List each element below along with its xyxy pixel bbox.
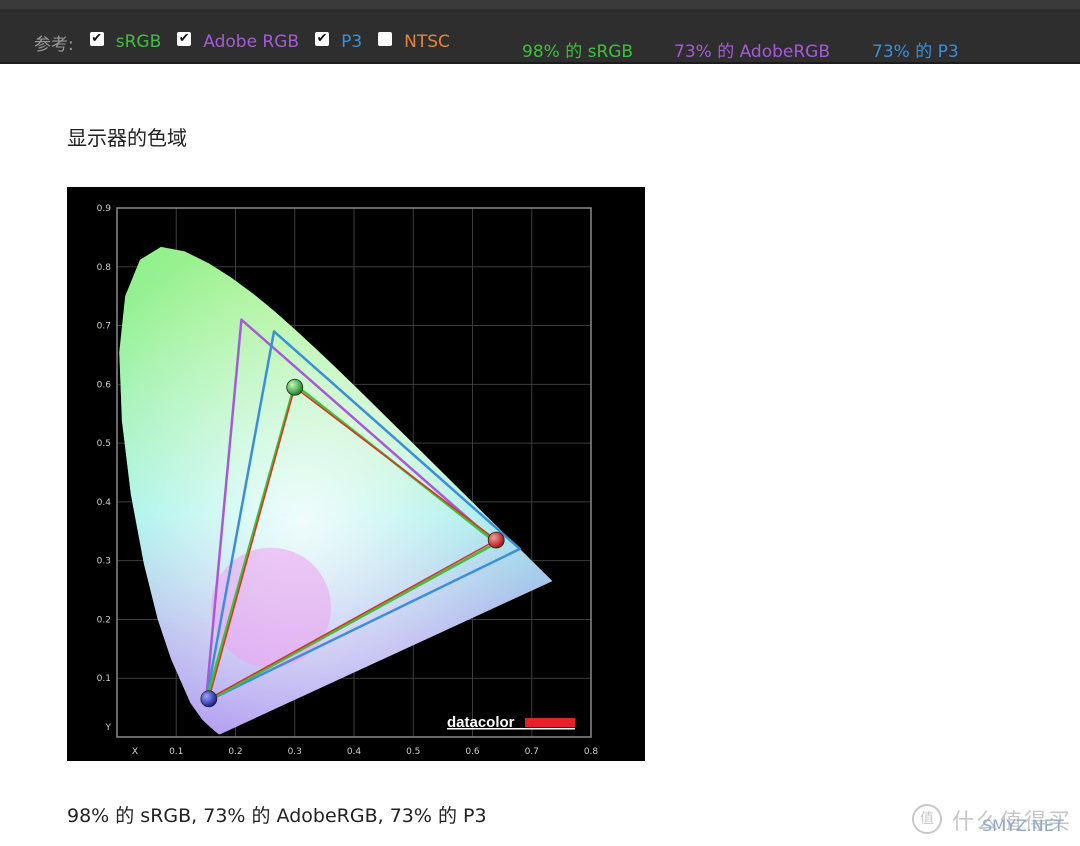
p3-checkbox[interactable]: ✔ bbox=[315, 32, 330, 46]
adobe-rgb-coverage: 73% 的 AdobeRGB bbox=[674, 42, 831, 62]
datacolor-logo-underline bbox=[447, 728, 575, 730]
y-tick-label: 0.8 bbox=[97, 263, 112, 273]
x-tick-label: 0.1 bbox=[169, 747, 183, 757]
datacolor-logo-bar bbox=[525, 718, 575, 727]
y-tick-label: 0.9 bbox=[97, 204, 112, 214]
x-tick-label: 0.6 bbox=[465, 747, 480, 757]
x-tick-label: 0.2 bbox=[228, 747, 242, 757]
white-point-glow bbox=[119, 246, 553, 735]
y-tick-label: 0.3 bbox=[97, 557, 111, 567]
x-tick-label: 0.3 bbox=[288, 747, 302, 757]
x-tick-label: X bbox=[132, 747, 138, 757]
p3-coverage: 73% 的 P3 bbox=[872, 42, 959, 62]
primary-marker-blue bbox=[200, 690, 218, 708]
p3-label: P3 bbox=[341, 32, 363, 52]
ntsc-checkbox[interactable] bbox=[378, 32, 393, 46]
srgb-checkbox[interactable]: ✔ bbox=[89, 32, 104, 46]
x-tick-label: 0.8 bbox=[584, 747, 599, 757]
ntsc-label: NTSC bbox=[404, 32, 450, 52]
gamut-caption: 98% 的 sRGB, 73% 的 AdobeRGB, 73% 的 P3 bbox=[67, 805, 487, 827]
watermark-site: SMYZ.NET bbox=[982, 816, 1064, 835]
srgb-label: sRGB bbox=[115, 32, 162, 52]
cie-diagram-svg: X 0.1 0.2 0.3 0.4 0.5 0.6 0.7 0.8 Y 0.1 0.2 0.3 0.4 0.… bbox=[97, 204, 599, 757]
watermark: 值 什么值得买 SMYZ.NET bbox=[912, 802, 1080, 842]
gamut-filter-row: 参考: ✔ sRGB ✔ Adobe RGB ✔ P3 NTSC bbox=[34, 29, 466, 55]
y-tick-label: 0.7 bbox=[97, 322, 111, 332]
y-tick-label: 0.5 bbox=[97, 439, 111, 449]
primary-marker-red bbox=[487, 531, 505, 549]
x-tick-label: 0.5 bbox=[406, 747, 420, 757]
section-heading: 显示器的色域 bbox=[67, 126, 187, 150]
adobe-rgb-label: Adobe RGB bbox=[203, 32, 300, 52]
x-tick-label: 0.4 bbox=[347, 747, 362, 757]
y-tick-label: 0.1 bbox=[97, 674, 111, 684]
gamut-chart: X 0.1 0.2 0.3 0.4 0.5 0.6 0.7 0.8 Y 0.1 0.2 0.3 0.4 0.… bbox=[67, 187, 645, 761]
y-tick-label: 0.4 bbox=[97, 498, 112, 508]
y-tick-label: 0.6 bbox=[97, 380, 112, 390]
primary-marker-green bbox=[286, 378, 304, 396]
reference-label: 参考: bbox=[34, 34, 74, 55]
reference-toolbar: 参考: ✔ sRGB ✔ Adobe RGB ✔ P3 NTSC 98% 的 s… bbox=[0, 0, 1080, 64]
y-tick-label: Y bbox=[105, 723, 112, 733]
x-tick-label: 0.7 bbox=[525, 747, 539, 757]
adobe-rgb-checkbox[interactable]: ✔ bbox=[177, 32, 192, 46]
watermark-logo: 值 bbox=[912, 804, 942, 834]
srgb-coverage: 98% 的 sRGB bbox=[522, 42, 634, 62]
y-tick-label: 0.2 bbox=[97, 615, 111, 625]
spectral-locus bbox=[119, 246, 553, 735]
